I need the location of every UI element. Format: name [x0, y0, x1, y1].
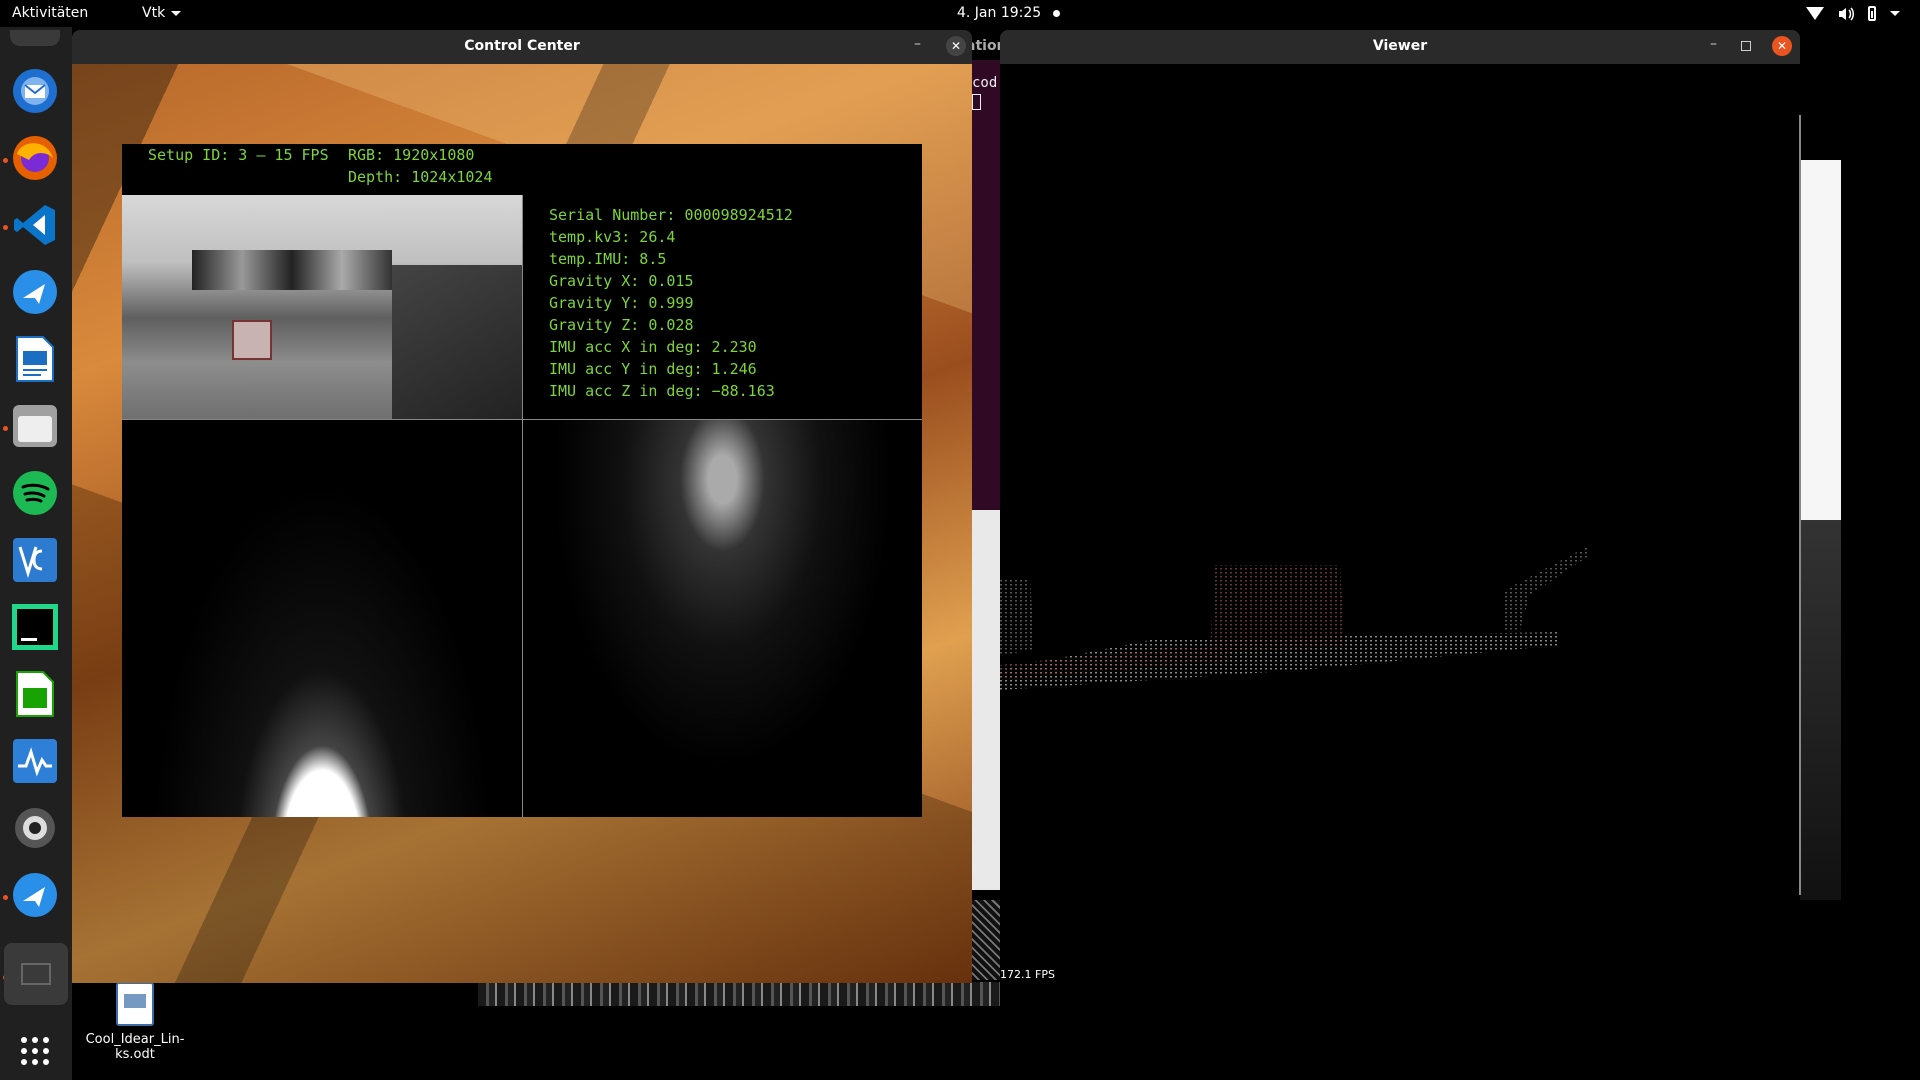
plane-icon: [13, 873, 57, 917]
rgb-resolution: RGB: 1920x1080: [348, 146, 475, 164]
app-menu-label: Vtk: [142, 5, 166, 21]
notification-dot-icon: [1053, 9, 1061, 17]
dock-item-vscode[interactable]: [10, 200, 60, 250]
viewer-scrollbar[interactable]: [1799, 115, 1801, 895]
close-button[interactable]: ✕: [946, 36, 966, 56]
dock-item-plane-app-2[interactable]: [10, 870, 60, 920]
viewer-window[interactable]: Viewer – ✕: [1000, 30, 1800, 1010]
dock-item-scrolled[interactable]: [10, 30, 60, 46]
window-title: Control Center: [464, 38, 580, 54]
running-indicator: [3, 225, 8, 230]
divider: [522, 195, 523, 817]
folder-icon: [13, 405, 57, 447]
dock-item-thunderbird[interactable]: [10, 66, 60, 116]
background-window-right[interactable]: [1799, 160, 1841, 900]
background-image: [1799, 520, 1841, 900]
running-indicator: [3, 158, 8, 163]
minimize-button[interactable]: –: [1710, 36, 1717, 52]
volume-icon: [1839, 6, 1854, 21]
control-center-background: Setup ID: 3 – 15 FPS RGB: 1920x1080 Dept…: [72, 64, 972, 983]
firefox-icon: [13, 136, 57, 180]
window-title: Viewer: [1372, 38, 1428, 54]
document-icon: [16, 336, 54, 382]
dock-item-eye[interactable]: [10, 803, 60, 853]
pycharm-icon: [12, 604, 58, 650]
divider: [122, 419, 922, 420]
info-line: IMU acc Y in deg: 1.246: [549, 360, 757, 378]
background-thumbnail: [972, 900, 1000, 980]
control-center-titlebar[interactable]: Control Center – ✕: [72, 30, 972, 64]
terminal-cursor: [972, 94, 981, 110]
show-apps-button[interactable]: [10, 1026, 60, 1076]
dock-item-vnc[interactable]: [10, 535, 60, 585]
info-line: IMU acc Z in deg: −88.163: [549, 382, 775, 400]
grid-icon: [21, 1037, 49, 1065]
info-line: IMU acc X in deg: 2.230: [549, 338, 757, 356]
system-tray[interactable]: [1806, 6, 1900, 21]
system-monitor-icon: [13, 739, 57, 783]
depth-resolution: Depth: 1024x1024: [348, 168, 493, 186]
app-menu[interactable]: Vtk: [142, 5, 182, 21]
activities-button[interactable]: Aktivitäten: [12, 5, 88, 21]
top-bar: Aktivitäten Vtk 4. Jan 19:25: [0, 0, 1920, 27]
info-line: temp.kv3: 26.4: [549, 228, 676, 246]
depth-image: [523, 420, 922, 817]
dock-item-calc[interactable]: [10, 669, 60, 719]
sensor-display: Setup ID: 3 – 15 FPS RGB: 1920x1080 Dept…: [122, 144, 922, 817]
setup-line: Setup ID: 3 – 15 FPS: [148, 146, 329, 164]
dock-item-monitor[interactable]: [10, 736, 60, 786]
dock: [0, 27, 72, 1080]
clock[interactable]: 4. Jan 19:25: [957, 5, 1061, 21]
minimize-button[interactable]: –: [914, 36, 921, 52]
dock-item-firefox[interactable]: [10, 133, 60, 183]
desktop-file[interactable]: Cool_Idear_Lin-ks.odt: [76, 982, 194, 1062]
battery-icon: [1868, 6, 1876, 21]
rgb-windows: [192, 250, 392, 290]
wifi-icon: [1806, 7, 1824, 20]
mail-icon: [13, 69, 57, 113]
dock-item-writer[interactable]: [10, 334, 60, 384]
info-line: Serial Number: 000098924512: [549, 206, 793, 224]
code-icon: [14, 205, 55, 245]
viewer-titlebar[interactable]: Viewer – ✕: [1000, 30, 1800, 64]
dock-item-vtk-active[interactable]: [4, 943, 68, 1005]
close-button[interactable]: ✕: [1772, 36, 1792, 56]
dock-item-files[interactable]: [10, 401, 60, 451]
running-indicator: [3, 895, 8, 900]
point-cloud-render[interactable]: [1000, 520, 1800, 720]
document-icon: [116, 982, 154, 1026]
terminal-text: cod: [972, 75, 998, 91]
spreadsheet-icon: [16, 671, 54, 717]
info-line: temp.IMU: 8.5: [549, 250, 667, 268]
eye-icon: [15, 808, 55, 848]
spotify-icon: [13, 471, 57, 515]
control-center-window[interactable]: Control Center – ✕ Setup ID: 3 – 15 FPS …: [72, 30, 972, 983]
clock-text: 4. Jan 19:25: [957, 5, 1042, 21]
plane-icon: [13, 270, 57, 314]
info-line: Gravity Y: 0.999: [549, 294, 694, 312]
rgb-cube: [232, 320, 272, 360]
rgb-image: [122, 195, 522, 419]
info-line: Gravity X: 0.015: [549, 272, 694, 290]
rgb-sofa: [392, 265, 522, 419]
chevron-down-icon: [171, 10, 182, 16]
vnc-icon: [13, 538, 57, 582]
background-window-panel: [972, 510, 1000, 890]
dock-item-plane-app[interactable]: [10, 267, 60, 317]
maximize-button[interactable]: [1741, 41, 1751, 51]
info-line: Gravity Z: 0.028: [549, 316, 694, 334]
dock-item-pycharm[interactable]: [10, 602, 60, 652]
ir-image: [122, 420, 522, 817]
fps-counter: 172.1 FPS: [1000, 968, 1055, 981]
desktop-file-label: Cool_Idear_Lin-ks.odt: [85, 1032, 185, 1062]
running-indicator: [3, 426, 8, 431]
window-icon: [21, 963, 51, 985]
chevron-down-icon: [1890, 11, 1900, 16]
dock-item-spotify[interactable]: [10, 468, 60, 518]
